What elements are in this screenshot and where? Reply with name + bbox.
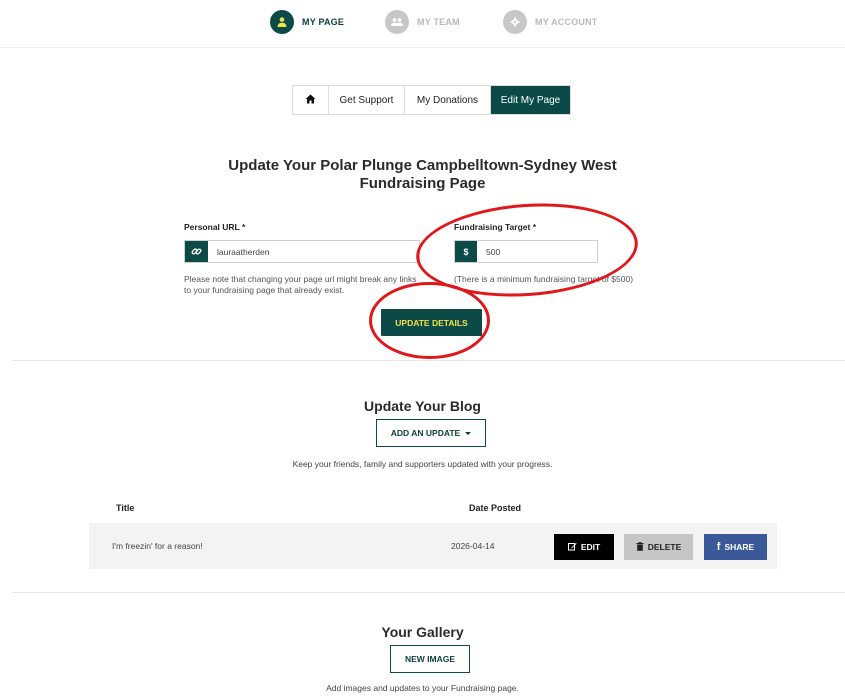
column-header-date: Date Posted xyxy=(469,503,522,513)
nav-my-page[interactable]: MY PAGE xyxy=(270,10,344,34)
blog-description: Keep your friends, family and supporters… xyxy=(292,459,553,469)
new-image-button[interactable]: NEW IMAGE xyxy=(390,645,470,673)
table-row: I'm freezin' for a reason! 2026-04-14 ED… xyxy=(89,523,777,569)
post-date: 2026-04-14 xyxy=(451,541,495,551)
tab-my-donations[interactable]: My Donations xyxy=(405,86,491,114)
personal-url-group xyxy=(184,240,420,263)
page-tabs: Get Support My Donations Edit My Page xyxy=(292,85,571,115)
delete-button[interactable]: DELETE xyxy=(624,534,693,560)
tab-home[interactable] xyxy=(293,86,329,114)
nav-label: MY TEAM xyxy=(417,17,460,27)
facebook-icon: f xyxy=(716,541,721,553)
divider xyxy=(12,360,845,361)
tab-get-support[interactable]: Get Support xyxy=(329,86,405,114)
nav-my-team[interactable]: MY TEAM xyxy=(385,10,460,34)
gallery-description: Add images and updates to your Fundraisi… xyxy=(326,683,519,693)
divider xyxy=(12,592,845,593)
caret-down-icon xyxy=(465,431,472,435)
trash-icon xyxy=(636,541,644,553)
nav-my-account[interactable]: MY ACCOUNT xyxy=(503,10,598,34)
nav-label: MY ACCOUNT xyxy=(535,17,598,27)
edit-label: EDIT xyxy=(580,542,601,552)
personal-url-label: Personal URL * xyxy=(184,222,246,232)
page-title: Update Your Polar Plunge Campbelltown-Sy… xyxy=(228,157,617,192)
share-label: SHARE xyxy=(724,542,755,552)
add-update-label: ADD AN UPDATE xyxy=(390,428,461,438)
home-icon xyxy=(305,94,316,107)
tab-edit-my-page[interactable]: Edit My Page xyxy=(491,86,570,114)
edit-button[interactable]: EDIT xyxy=(554,534,614,560)
link-icon xyxy=(185,241,208,262)
annotation-circle-update xyxy=(369,282,490,359)
personal-url-help: Please note that changing your page url … xyxy=(184,274,417,295)
user-icon xyxy=(270,10,294,34)
top-nav: MY PAGE MY TEAM MY ACCOUNT xyxy=(0,0,845,48)
team-icon xyxy=(385,10,409,34)
edit-icon xyxy=(567,542,577,553)
gallery-heading: Your Gallery xyxy=(381,624,464,640)
nav-label: MY PAGE xyxy=(302,17,345,27)
blog-heading: Update Your Blog xyxy=(364,398,481,414)
add-update-button[interactable]: ADD AN UPDATE xyxy=(376,419,486,447)
share-button[interactable]: f SHARE xyxy=(704,534,767,560)
delete-label: DELETE xyxy=(647,542,682,552)
new-image-label: NEW IMAGE xyxy=(404,654,456,664)
post-title: I'm freezin' for a reason! xyxy=(112,541,203,551)
personal-url-input[interactable] xyxy=(208,241,419,262)
column-header-title: Title xyxy=(116,503,135,513)
gear-icon xyxy=(503,10,527,34)
